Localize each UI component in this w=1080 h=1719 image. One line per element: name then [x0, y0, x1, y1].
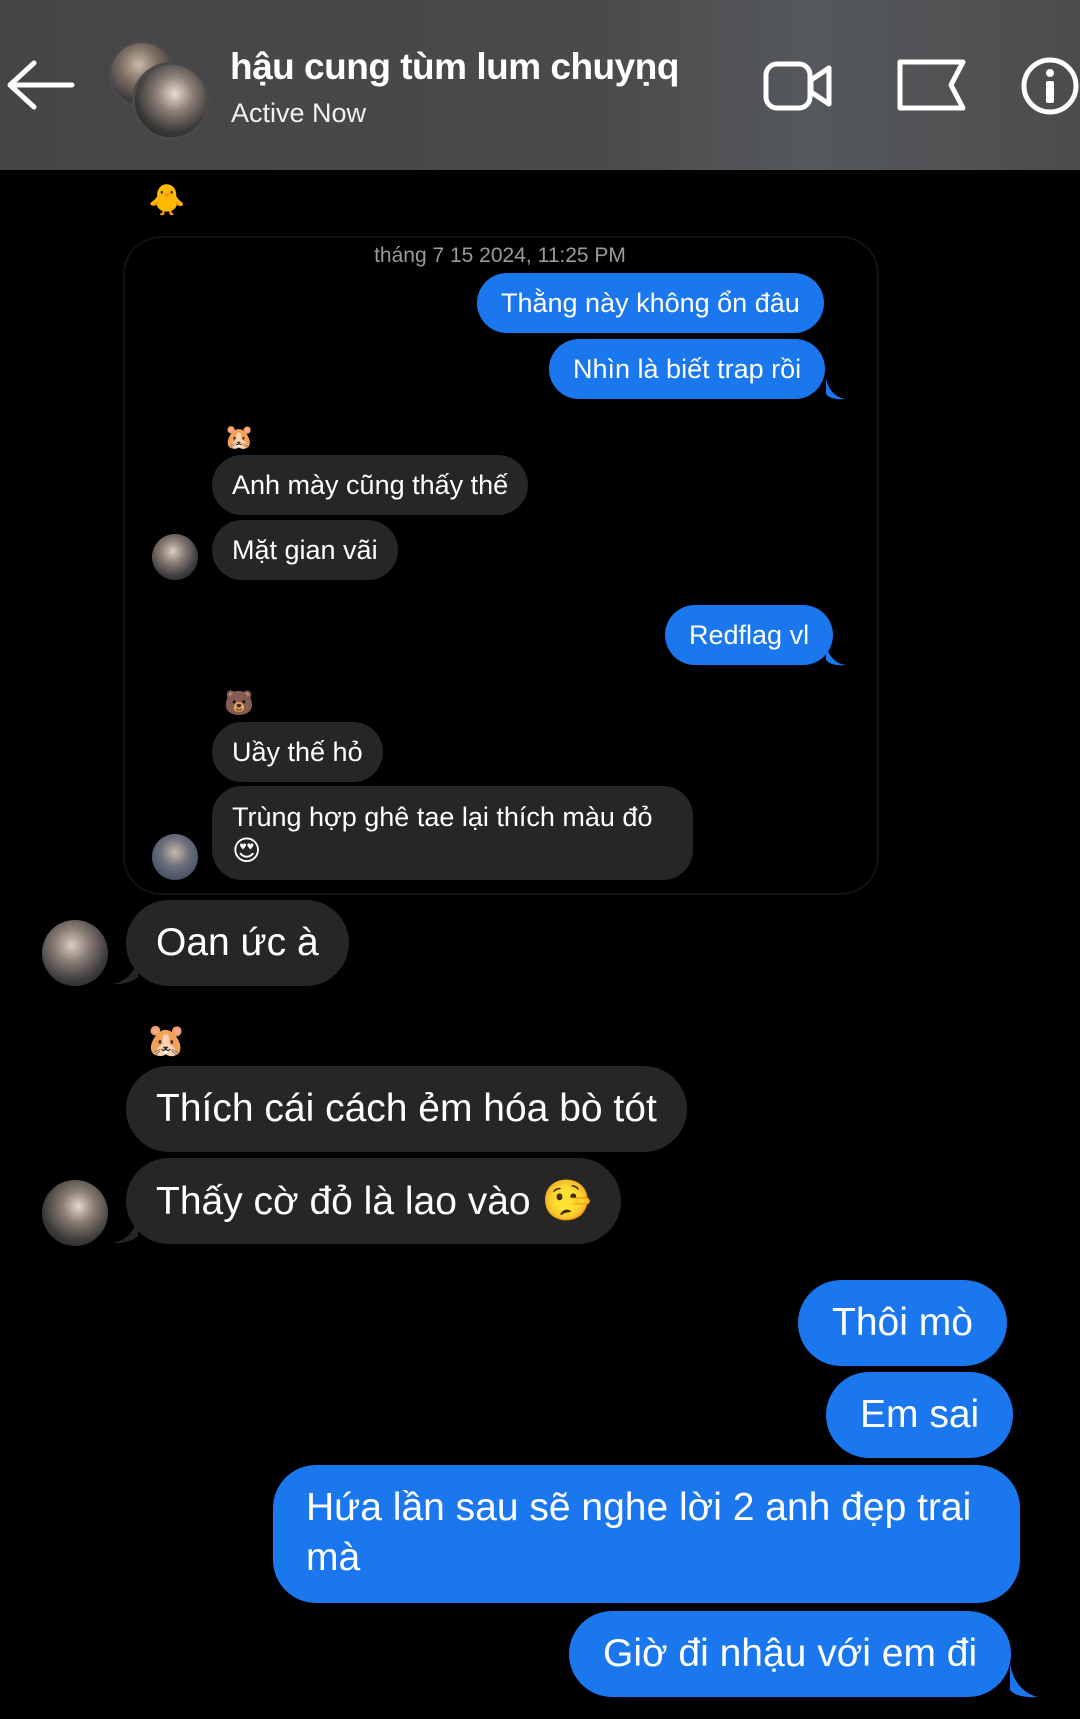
avatar[interactable]	[152, 534, 198, 580]
message-bubble-incoming[interactable]: Thấy cờ đỏ là lao vào 🤥	[126, 1158, 622, 1244]
video-call-icon[interactable]	[763, 58, 833, 114]
bubble-tail	[1010, 1664, 1038, 1698]
sender-emoji-tag: 🐥	[148, 184, 186, 217]
message-text: mà	[306, 1536, 361, 1579]
chat-header: hậu cung tùm lum chuyṇq Active Now	[0, 0, 1080, 170]
timestamp: tháng 7 15 2024, 11:25 PM	[374, 244, 626, 267]
message-bubble-incoming[interactable]: Oan ức à	[126, 900, 349, 986]
bubble-tail	[826, 644, 846, 666]
bubble-tail	[112, 1216, 138, 1244]
active-status: Active Now	[231, 98, 367, 128]
message-bubble-outgoing[interactable]: Giờ đi nhậu với em đi	[569, 1611, 1012, 1697]
message-bubble-outgoing[interactable]: Thằng này không ổn đâu	[477, 273, 824, 333]
message-bubble-incoming[interactable]: Thích cái cách ẻm hóa bò tót	[126, 1066, 687, 1152]
message-bubble-outgoing[interactable]: Redflag vl	[665, 605, 834, 665]
message-bubble-incoming[interactable]: Mặt gian vãi	[212, 520, 398, 580]
avatar[interactable]	[152, 834, 198, 880]
message-bubble-outgoing[interactable]: Nhìn là biết trap rồi	[549, 339, 826, 399]
message-bubble-outgoing[interactable]: Em sai	[826, 1372, 1014, 1458]
avatar[interactable]	[42, 920, 108, 986]
avatar[interactable]	[42, 1180, 108, 1246]
message-bubble-incoming[interactable]: Trùng hợp ghê tae lại thích màu đỏ 😍	[212, 786, 693, 880]
sender-emoji-tag: 🐻	[224, 690, 254, 717]
sender-emoji-tag: 🐹	[146, 1022, 186, 1058]
message-text: Hứa lần sau sẽ nghe lời 2 anh đẹp trai	[306, 1486, 972, 1529]
message-bubble-incoming[interactable]: Anh mày cũng thấy thế	[212, 455, 529, 515]
info-icon[interactable]	[1020, 56, 1080, 116]
back-arrow-icon[interactable]	[0, 55, 80, 115]
lying-face-emoji: 🤥	[541, 1179, 592, 1223]
message-bubble-outgoing[interactable]: Thôi mò	[798, 1280, 1007, 1366]
bubble-tail	[826, 378, 846, 400]
sender-emoji-tag: 🐹	[224, 424, 254, 451]
chat-title[interactable]: hậu cung tùm lum chuyṇq	[230, 46, 679, 88]
heart-eyes-emoji: 😍	[232, 835, 262, 866]
message-bubble-outgoing[interactable]: Hứa lần sau sẽ nghe lời 2 anh đẹp trai m…	[273, 1465, 1020, 1603]
message-bubble-incoming[interactable]: Uầy thế hỏ	[212, 722, 383, 782]
message-text: Trùng hợp ghê tae lại thích màu đỏ	[232, 802, 653, 832]
message-text: Thấy cờ đỏ là lao vào	[156, 1180, 531, 1223]
avatar	[132, 62, 210, 140]
flag-icon[interactable]	[897, 58, 967, 114]
group-avatar[interactable]	[108, 40, 210, 140]
